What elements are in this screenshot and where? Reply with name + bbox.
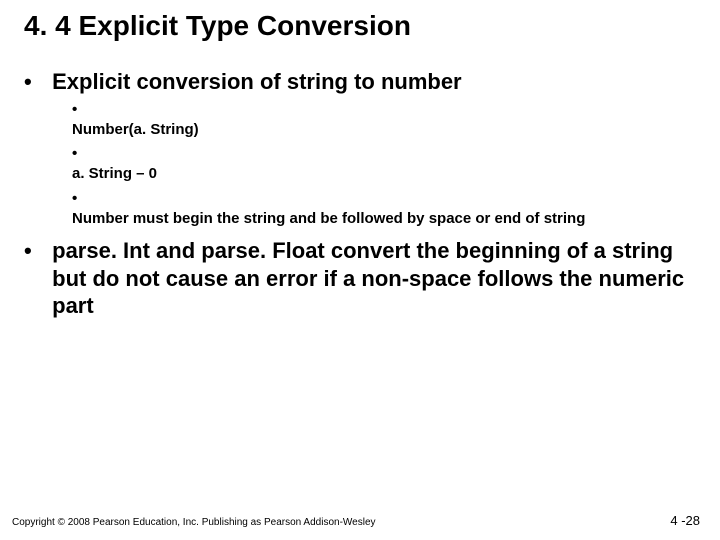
bullet-text: Explicit conversion of string to number xyxy=(52,68,684,96)
bullet-level1: • parse. Int and parse. Float convert th… xyxy=(24,237,696,320)
bullet-text: Number must begin the string and be foll… xyxy=(72,209,676,229)
bullet-icon: • xyxy=(72,144,88,164)
slide-body: • Explicit conversion of string to numbe… xyxy=(24,60,696,320)
footer-page-number: 4 -28 xyxy=(670,513,700,528)
bullet-level2: • Number must begin the string and be fo… xyxy=(72,189,696,230)
footer-copyright: Copyright © 2008 Pearson Education, Inc.… xyxy=(12,517,376,528)
bullet-level2: • Number(a. String) xyxy=(72,100,696,141)
bullet-text: Number(a. String) xyxy=(72,120,676,140)
bullet-icon: • xyxy=(24,68,46,96)
bullet-text: parse. Int and parse. Float convert the … xyxy=(52,237,684,320)
slide: 4. 4 Explicit Type Conversion • Explicit… xyxy=(0,0,720,540)
bullet-level1: • Explicit conversion of string to numbe… xyxy=(24,68,696,96)
bullet-level2: • a. String – 0 xyxy=(72,144,696,185)
bullet-text: a. String – 0 xyxy=(72,164,676,184)
bullet-icon: • xyxy=(72,189,88,209)
bullet-icon: • xyxy=(24,237,46,265)
slide-title: 4. 4 Explicit Type Conversion xyxy=(24,10,696,42)
bullet-icon: • xyxy=(72,100,88,120)
